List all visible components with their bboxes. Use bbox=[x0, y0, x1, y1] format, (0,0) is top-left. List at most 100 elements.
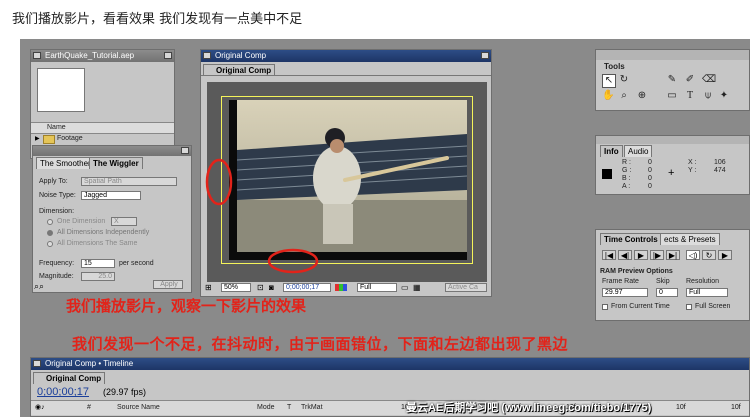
dimension-label: Dimension: bbox=[39, 208, 75, 215]
rotate-tool-icon[interactable]: ↻ bbox=[618, 74, 630, 86]
tools-title: Tools bbox=[604, 62, 625, 71]
magnitude-label: Magnitude: bbox=[39, 273, 74, 280]
selection-tool-icon[interactable]: ↖ bbox=[602, 74, 616, 88]
tab-info[interactable]: Info bbox=[600, 145, 623, 157]
info-panel: Info Audio R : 0 G : 0 B : 0 A : 0 + X :… bbox=[595, 135, 750, 195]
one-dimension-select[interactable]: X bbox=[111, 217, 137, 226]
baseball-video-frame bbox=[237, 100, 467, 252]
magnifier-icon[interactable]: ⊞ bbox=[205, 283, 212, 292]
apply-to-select[interactable]: Spatial Path bbox=[81, 177, 177, 186]
wiggler-titlebar bbox=[33, 146, 191, 156]
first-frame-icon[interactable]: |◀ bbox=[602, 250, 616, 260]
av-switches-icon[interactable]: ◉♪ bbox=[35, 403, 45, 411]
orbit-camera-tool-icon[interactable]: ⊕ bbox=[636, 90, 648, 102]
expand-arrow-icon[interactable]: ▶ bbox=[35, 135, 40, 142]
per-second-label: per second bbox=[119, 260, 154, 267]
tab-divider bbox=[201, 75, 491, 76]
apply-button[interactable]: Apply bbox=[153, 280, 183, 289]
radio-all-dimensions-independently[interactable] bbox=[47, 230, 53, 236]
skip-label: Skip bbox=[656, 278, 670, 285]
frame-rate-select[interactable]: 29.97 bbox=[602, 288, 648, 297]
rectangle-mask-tool-icon[interactable]: ▭ bbox=[666, 90, 678, 102]
ram-preview-title: RAM Preview Options bbox=[600, 268, 673, 275]
comp-timecode[interactable]: 0;00;00;17 bbox=[283, 283, 331, 292]
project-column-header: Name bbox=[31, 122, 174, 134]
text-tool-icon[interactable]: T bbox=[684, 90, 696, 102]
binoculars-icon[interactable]: ⌕⌕ bbox=[34, 281, 44, 292]
hand-tool-icon[interactable]: ✋ bbox=[602, 90, 614, 102]
info-a-value: 0 bbox=[648, 183, 652, 190]
info-titlebar bbox=[596, 136, 749, 144]
transparency-icon[interactable]: ▦ bbox=[413, 283, 421, 292]
next-frame-icon[interactable]: |▶ bbox=[650, 250, 664, 260]
after-effects-workspace: EarthQuake_Tutorial.aep Name ▶ Footage T… bbox=[20, 39, 750, 417]
pen-add-tool-icon[interactable]: ⍦ bbox=[702, 90, 714, 102]
column-number: # bbox=[87, 404, 91, 411]
full-screen-checkbox[interactable] bbox=[686, 304, 692, 310]
previous-frame-icon[interactable]: ◀| bbox=[618, 250, 632, 260]
last-frame-icon[interactable]: ▶| bbox=[666, 250, 680, 260]
project-titlebar: EarthQuake_Tutorial.aep bbox=[31, 50, 174, 62]
eraser-tool-icon[interactable]: ⌫ bbox=[702, 74, 716, 86]
tab-audio[interactable]: Audio bbox=[624, 145, 653, 157]
close-icon[interactable] bbox=[33, 360, 41, 367]
channel-blue-icon[interactable] bbox=[343, 284, 347, 291]
tools-panel: Tools ↖ ↻ ✋ ⌕ ⊕ ✎ ✐ ⌫ ▭ T ⍦ ✦ bbox=[595, 49, 750, 111]
tab-timeline-original-comp[interactable]: Original Comp bbox=[33, 372, 106, 384]
safe-zones-icon[interactable]: ⊡ bbox=[257, 283, 264, 292]
play-icon[interactable]: ▶ bbox=[634, 250, 648, 260]
timeline-timecode[interactable]: 0;00;00;17 bbox=[37, 386, 89, 398]
all-dimensions-independently-label: All Dimensions Independently bbox=[57, 229, 150, 236]
composition-panel: Original Comp Original Comp ⊞ 50% ⊡ ◙ 0;… bbox=[200, 49, 492, 297]
zoom-tool-icon[interactable]: ⌕ bbox=[618, 90, 630, 102]
resolution-select[interactable]: Full bbox=[357, 283, 397, 292]
camera-icon[interactable]: ◙ bbox=[269, 283, 274, 292]
brush-tool-icon[interactable]: ✐ bbox=[684, 74, 696, 86]
close-icon[interactable] bbox=[33, 52, 41, 59]
radio-one-dimension[interactable] bbox=[47, 219, 53, 225]
time-ruler-tick: 10f bbox=[731, 404, 741, 411]
noise-type-label: Noise Type: bbox=[39, 192, 76, 199]
column-trkmat: TrkMat bbox=[301, 404, 323, 411]
audio-icon[interactable]: ◁) bbox=[686, 250, 700, 260]
radio-all-dimensions-same[interactable] bbox=[47, 241, 53, 247]
loop-icon[interactable]: ↻ bbox=[702, 250, 716, 260]
magnitude-input[interactable]: 25.0 bbox=[81, 272, 115, 281]
active-camera-select[interactable]: Active Ca bbox=[445, 283, 487, 292]
wiggler-panel: The Smoother The Wiggler Apply To: Spati… bbox=[32, 145, 192, 293]
pen-tool-icon[interactable]: ✎ bbox=[666, 74, 678, 86]
color-swatch bbox=[602, 169, 612, 179]
info-x-label: X : bbox=[688, 159, 697, 166]
tab-effects-presets[interactable]: ects & Presets bbox=[660, 233, 720, 245]
resize-icon[interactable] bbox=[164, 52, 172, 59]
frequency-label: Frequency: bbox=[39, 260, 75, 267]
from-current-time-checkbox[interactable] bbox=[602, 304, 608, 310]
skip-input[interactable]: 0 bbox=[656, 288, 678, 297]
tools-titlebar bbox=[596, 50, 749, 60]
time-ruler-tick: 10f bbox=[676, 404, 686, 411]
region-icon[interactable]: ▭ bbox=[401, 283, 409, 292]
zoom-select[interactable]: 50% bbox=[221, 283, 251, 292]
ram-resolution-select[interactable]: Full bbox=[686, 288, 728, 297]
project-item-footage[interactable]: ▶ Footage bbox=[31, 134, 176, 145]
info-r-value: 0 bbox=[648, 159, 652, 166]
annotation-circle-bottom bbox=[267, 248, 319, 274]
info-y-label: Y : bbox=[688, 167, 697, 174]
info-a-label: A : bbox=[622, 183, 631, 190]
puppet-tool-icon[interactable]: ✦ bbox=[718, 90, 730, 102]
frame-rate-label: Frame Rate bbox=[602, 278, 639, 285]
watermark-text: 曼云AE后期学习吧 (www.lineeg.com/tiebo/1775) bbox=[406, 402, 652, 414]
comp-viewer[interactable] bbox=[205, 82, 487, 282]
tab-time-controls[interactable]: Time Controls bbox=[600, 233, 662, 245]
tab-the-wiggler[interactable]: The Wiggler bbox=[89, 157, 143, 169]
page-heading: 我们播放影片，看看效果 我们发现有一点美中不足 bbox=[12, 12, 303, 27]
ram-preview-icon[interactable]: ▶ bbox=[718, 250, 732, 260]
noise-type-select[interactable]: Jagged bbox=[81, 191, 141, 200]
close-icon[interactable] bbox=[203, 52, 211, 59]
frequency-input[interactable]: 15 bbox=[81, 259, 115, 268]
resize-icon[interactable] bbox=[481, 52, 489, 59]
tab-the-smoother[interactable]: The Smoother bbox=[36, 157, 95, 169]
time-controls-panel: Time Controls ects & Presets |◀ ◀| ▶ |▶ … bbox=[595, 229, 750, 321]
close-icon[interactable] bbox=[181, 147, 189, 154]
column-source-name: Source Name bbox=[117, 404, 160, 411]
